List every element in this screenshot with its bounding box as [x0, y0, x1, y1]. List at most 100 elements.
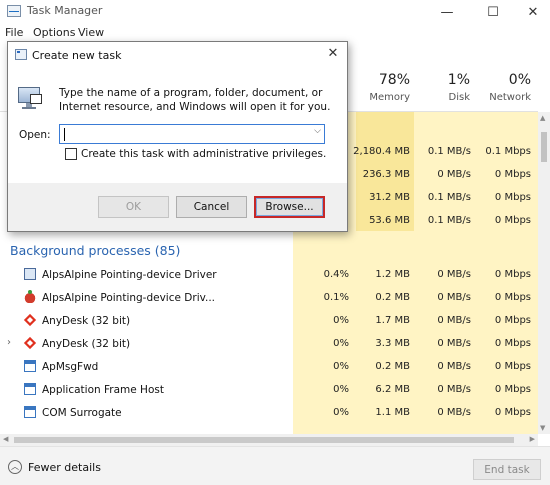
end-task-button[interactable]: End task [473, 459, 541, 480]
task-manager-icon [7, 5, 21, 17]
pointing-device-icon [24, 268, 36, 280]
disk-cell: 0.1 MB/s [427, 215, 471, 226]
memory-cell: 1.7 MB [375, 315, 410, 326]
run-dialog-icon [15, 49, 27, 60]
admin-privileges-label[interactable]: Create this task with administrative pri… [81, 148, 326, 160]
background-processes-heading: Background processes (85) [10, 243, 181, 258]
memory-cell: 236.3 MB [362, 169, 410, 180]
network-cell: 0 Mbps [494, 407, 531, 418]
network-cell: 0 Mbps [494, 269, 531, 280]
chevron-down-icon[interactable]: ⌵ [314, 126, 321, 136]
horizontal-scrollbar[interactable]: ◀ ▶ [0, 434, 538, 446]
anydesk-icon [23, 313, 37, 327]
dialog-title: Create new task [32, 49, 122, 62]
memory-cell: 1.2 MB [375, 269, 410, 280]
disk-cell: 0 MB/s [437, 384, 471, 395]
menu-bar: File Options View [0, 24, 550, 42]
memory-cell: 2,180.4 MB [353, 146, 410, 157]
scroll-up-icon[interactable]: ▲ [540, 114, 545, 122]
network-cell: 0 Mbps [494, 192, 531, 203]
menu-options[interactable]: Options [33, 26, 75, 39]
window-icon [24, 406, 36, 418]
menu-view[interactable]: View [78, 26, 104, 39]
memory-cell: 31.2 MB [369, 192, 410, 203]
dialog-description: Type the name of a program, folder, docu… [59, 87, 331, 113]
text-caret [64, 128, 65, 141]
memory-percent: 78% [378, 72, 410, 88]
vertical-scroll-thumb[interactable] [541, 132, 547, 162]
window-title: Task Manager [27, 4, 103, 17]
title-bar: Task Manager — ☐ ✕ [0, 0, 550, 24]
footer-bar: ︿ Fewer details End task [0, 446, 550, 485]
browse-button[interactable]: Browse... [254, 196, 325, 218]
table-row[interactable]: AnyDesk (32 bit) 0% 1.7 MB 0 MB/s 0 Mbps [0, 310, 538, 333]
network-cell: 0 Mbps [494, 292, 531, 303]
disk-label: Disk [448, 92, 470, 103]
disk-cell: 0 MB/s [437, 315, 471, 326]
dialog-title-bar: Create new task ✕ [8, 42, 347, 68]
fewer-details-link[interactable]: Fewer details [28, 461, 101, 474]
scroll-left-icon[interactable]: ◀ [3, 435, 8, 443]
disk-cell: 0 MB/s [437, 169, 471, 180]
ok-button[interactable]: OK [98, 196, 169, 218]
minimize-button[interactable]: — [430, 0, 464, 24]
column-memory[interactable]: 78% Memory [352, 72, 410, 103]
memory-cell: 1.1 MB [375, 407, 410, 418]
process-name: Application Frame Host [42, 384, 164, 396]
network-cell: 0 Mbps [494, 169, 531, 180]
table-row[interactable]: AlpsAlpine Pointing-device Driver 0.4% 1… [0, 264, 538, 287]
open-label: Open: [19, 129, 51, 141]
network-cell: 0 Mbps [494, 215, 531, 226]
run-program-icon [16, 84, 44, 112]
disk-cell: 0.1 MB/s [427, 146, 471, 157]
table-row[interactable]: COM Surrogate 0% 1.1 MB 0 MB/s 0 Mbps [0, 402, 538, 425]
process-name: AnyDesk (32 bit) [42, 315, 131, 327]
admin-privileges-checkbox[interactable] [65, 148, 77, 160]
alps-apple-icon [24, 290, 36, 303]
chevron-right-icon[interactable]: › [7, 337, 11, 348]
memory-cell: 6.2 MB [375, 384, 410, 395]
maximize-button[interactable]: ☐ [476, 0, 510, 24]
horizontal-scroll-thumb[interactable] [14, 437, 514, 443]
window-icon [24, 360, 36, 372]
process-name: AnyDesk (32 bit) [42, 338, 131, 350]
scroll-right-icon[interactable]: ▶ [530, 435, 535, 443]
menu-file[interactable]: File [5, 26, 23, 39]
disk-cell: 0 MB/s [437, 269, 471, 280]
scroll-down-icon[interactable]: ▼ [540, 424, 545, 432]
memory-cell: 53.6 MB [369, 215, 410, 226]
disk-cell: 0 MB/s [437, 338, 471, 349]
cancel-button[interactable]: Cancel [176, 196, 247, 218]
network-cell: 0.1 Mbps [485, 146, 531, 157]
network-cell: 0 Mbps [494, 361, 531, 372]
disk-cell: 0 MB/s [437, 292, 471, 303]
close-button[interactable]: ✕ [516, 0, 550, 24]
network-label: Network [489, 92, 531, 103]
memory-cell: 0.2 MB [375, 292, 410, 303]
dialog-button-bar: OK Cancel Browse... [8, 183, 347, 231]
process-name: AlpsAlpine Pointing-device Driver [42, 269, 217, 281]
create-new-task-dialog: Create new task ✕ Type the name of a pro… [7, 41, 348, 232]
table-row[interactable]: Application Frame Host 0% 6.2 MB 0 MB/s … [0, 379, 538, 402]
process-name: ApMsgFwd [42, 361, 99, 373]
table-row[interactable]: AlpsAlpine Pointing-device Driv... 0.1% … [0, 287, 538, 310]
memory-cell: 3.3 MB [375, 338, 410, 349]
column-network[interactable]: 0% Network [478, 72, 531, 103]
process-name: AlpsAlpine Pointing-device Driv... [42, 292, 216, 304]
disk-cell: 0 MB/s [437, 407, 471, 418]
dialog-close-button[interactable]: ✕ [325, 46, 341, 62]
process-name: COM Surrogate [42, 407, 122, 419]
window-icon [24, 383, 36, 395]
anydesk-icon [23, 336, 37, 350]
memory-label: Memory [369, 92, 410, 103]
network-cell: 0 Mbps [494, 315, 531, 326]
vertical-scrollbar[interactable]: ▲ ▼ [538, 112, 550, 434]
open-input[interactable]: ⌵ [59, 124, 325, 144]
network-cell: 0 Mbps [494, 338, 531, 349]
table-row[interactable]: › AnyDesk (32 bit) 0% 3.3 MB 0 MB/s 0 Mb… [0, 333, 538, 356]
chevron-up-circle-icon[interactable]: ︿ [8, 460, 22, 474]
table-row[interactable]: ApMsgFwd 0% 0.2 MB 0 MB/s 0 Mbps [0, 356, 538, 379]
column-disk[interactable]: 1% Disk [420, 72, 470, 103]
disk-percent: 1% [447, 72, 470, 88]
network-cell: 0 Mbps [494, 384, 531, 395]
